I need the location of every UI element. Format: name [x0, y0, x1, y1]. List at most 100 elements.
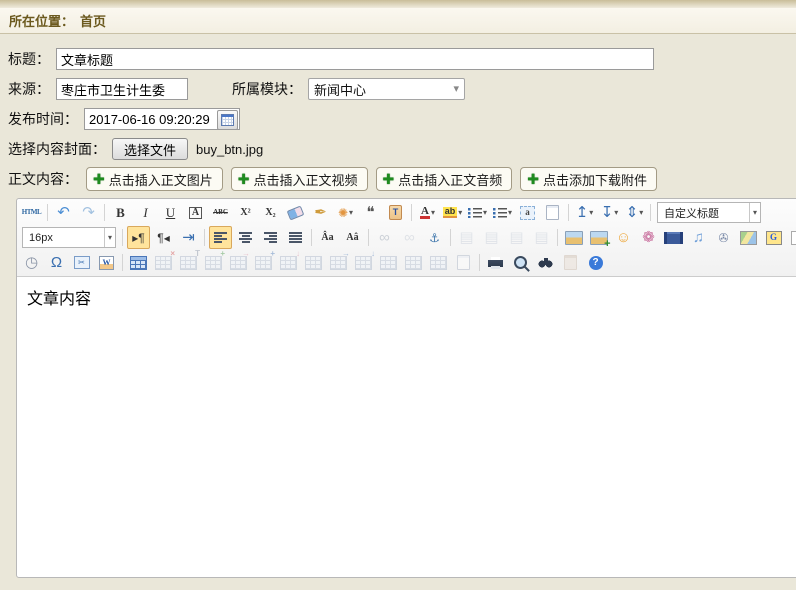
merge-down-icon[interactable]: ↓ [352, 251, 375, 274]
split-rows-icon [405, 256, 422, 270]
paste-icon[interactable] [559, 251, 582, 274]
unlink-icon[interactable]: ∞ [398, 226, 421, 249]
attachment-icon[interactable]: ✇ [712, 226, 735, 249]
subscript-icon[interactable]: X₂ [259, 201, 282, 224]
highlight-color-icon[interactable]: ab▾ [441, 201, 464, 224]
insert-image-icon [565, 231, 583, 245]
map-icon[interactable] [737, 226, 760, 249]
new-doc-icon[interactable] [541, 201, 564, 224]
heading-select[interactable]: 自定义标题▾ [657, 202, 761, 223]
merge-cells-icon[interactable] [302, 251, 325, 274]
cover-row: 选择内容封面： 选择文件 buy_btn.jpg [8, 134, 796, 164]
insert-col-icon[interactable]: + [252, 251, 275, 274]
redo-icon[interactable]: ↷ [77, 201, 100, 224]
anchor-icon[interactable]: ⚓ [423, 226, 446, 249]
insert-body-video-button[interactable]: ✚ 点击插入正文视频 [231, 167, 368, 191]
split-cols-icon[interactable] [427, 251, 450, 274]
split-cells-icon[interactable] [377, 251, 400, 274]
font-color-icon[interactable]: A▾ [416, 201, 439, 224]
unordered-list-icon[interactable]: ▾ [491, 201, 514, 224]
insert-iframe-icon[interactable]: ● [787, 226, 796, 249]
emotion-icon[interactable]: ☺ [612, 226, 635, 249]
blockquote-icon[interactable]: ❝ [359, 201, 382, 224]
space-above-icon[interactable]: ↥▾ [573, 201, 596, 224]
ordered-list-icon[interactable]: ▾ [466, 201, 489, 224]
delete-row-icon[interactable]: → [227, 251, 250, 274]
insert-table-icon [130, 256, 147, 270]
breadcrumb-home-link[interactable]: 首页 [80, 11, 106, 30]
image-align-left-icon[interactable]: ▤ [480, 226, 503, 249]
paste-text-icon[interactable]: T [384, 201, 407, 224]
module-select[interactable]: 新闻中心 ▾ [308, 78, 465, 100]
table-title-icon[interactable]: T [177, 251, 200, 274]
italic-icon[interactable]: I [134, 201, 157, 224]
merge-right-icon[interactable]: → [327, 251, 350, 274]
image-manager-icon[interactable] [587, 226, 610, 249]
word-image-icon: W [99, 256, 114, 270]
delete-col-icon[interactable]: ↓ [277, 251, 300, 274]
rtl-icon[interactable]: ¶◂ [152, 226, 175, 249]
strikethrough-icon[interactable]: ABC [209, 201, 232, 224]
align-left-icon[interactable] [209, 226, 232, 249]
image-align-none-icon[interactable]: ▤ [455, 226, 478, 249]
page-break-icon[interactable] [452, 251, 475, 274]
datetime-icon[interactable]: ◷ [20, 251, 43, 274]
gmap-icon[interactable]: G [762, 226, 785, 249]
undo-icon[interactable]: ↶ [52, 201, 75, 224]
add-download-attachment-button[interactable]: ✚ 点击添加下载附件 [520, 167, 657, 191]
underline-icon: U [166, 206, 175, 219]
insert-image-icon[interactable] [562, 226, 585, 249]
line-height-icon[interactable]: ⇕▾ [623, 201, 646, 224]
underline-icon[interactable]: U [159, 201, 182, 224]
scrawl-icon[interactable]: ❁ [637, 226, 660, 249]
insert-music-icon[interactable]: ♫ [687, 226, 710, 249]
special-char-icon[interactable]: Ω [45, 251, 68, 274]
link-icon[interactable]: ∞ [373, 226, 396, 249]
insert-music-icon: ♫ [693, 230, 704, 245]
font-size-select[interactable]: 16px▾ [22, 227, 116, 248]
inline-code-icon[interactable]: a [516, 201, 539, 224]
align-justify-icon[interactable] [284, 226, 307, 249]
remove-format-icon[interactable] [284, 201, 307, 224]
format-brush-icon[interactable]: ✒ [309, 201, 332, 224]
auto-typeset-icon[interactable]: ✺▾ [334, 201, 357, 224]
align-center-icon[interactable] [234, 226, 257, 249]
insert-video-icon[interactable] [662, 226, 685, 249]
source-input[interactable] [56, 78, 188, 100]
insert-body-image-button[interactable]: ✚ 点击插入正文图片 [86, 167, 223, 191]
image-align-center-icon[interactable]: ▤ [505, 226, 528, 249]
toolbar-separator [104, 204, 105, 221]
toolbar-separator [450, 229, 451, 246]
calendar-button[interactable] [217, 110, 238, 130]
insert-body-audio-button[interactable]: ✚ 点击插入正文音频 [376, 167, 513, 191]
image-manager-icon [590, 231, 608, 245]
font-border-icon[interactable]: A [184, 201, 207, 224]
scrawl-icon: ❁ [642, 230, 655, 245]
insert-row-icon[interactable]: + [202, 251, 225, 274]
insert-table-icon[interactable] [127, 251, 150, 274]
help-icon[interactable]: ? [584, 251, 607, 274]
delete-table-icon[interactable]: × [152, 251, 175, 274]
source-code-icon[interactable]: HTML [20, 201, 43, 224]
split-rows-icon[interactable] [402, 251, 425, 274]
title-input[interactable] [56, 48, 654, 70]
screenshot-icon[interactable]: ✂ [70, 251, 93, 274]
special-char-icon: Ω [51, 255, 62, 270]
to-lowercase-icon[interactable]: Aâ [341, 226, 364, 249]
print-icon[interactable] [484, 251, 507, 274]
ltr-icon[interactable]: ▸¶ [127, 226, 150, 249]
preview-icon[interactable] [509, 251, 532, 274]
superscript-icon[interactable]: X² [234, 201, 257, 224]
indent-icon[interactable]: ⇥ [177, 226, 200, 249]
to-uppercase-icon[interactable]: Âa [316, 226, 339, 249]
merge-down-icon-badge: ↓ [371, 250, 375, 258]
choose-file-button[interactable]: 选择文件 [112, 138, 188, 160]
space-below-icon[interactable]: ↧▾ [598, 201, 621, 224]
align-right-icon[interactable] [259, 226, 282, 249]
image-align-right-icon[interactable]: ▤ [530, 226, 553, 249]
space-above-icon: ↥ [576, 205, 589, 220]
search-replace-icon[interactable] [534, 251, 557, 274]
editor-content-area[interactable]: 文章内容 [17, 277, 796, 577]
bold-icon[interactable]: B [109, 201, 132, 224]
word-image-icon[interactable]: W [95, 251, 118, 274]
